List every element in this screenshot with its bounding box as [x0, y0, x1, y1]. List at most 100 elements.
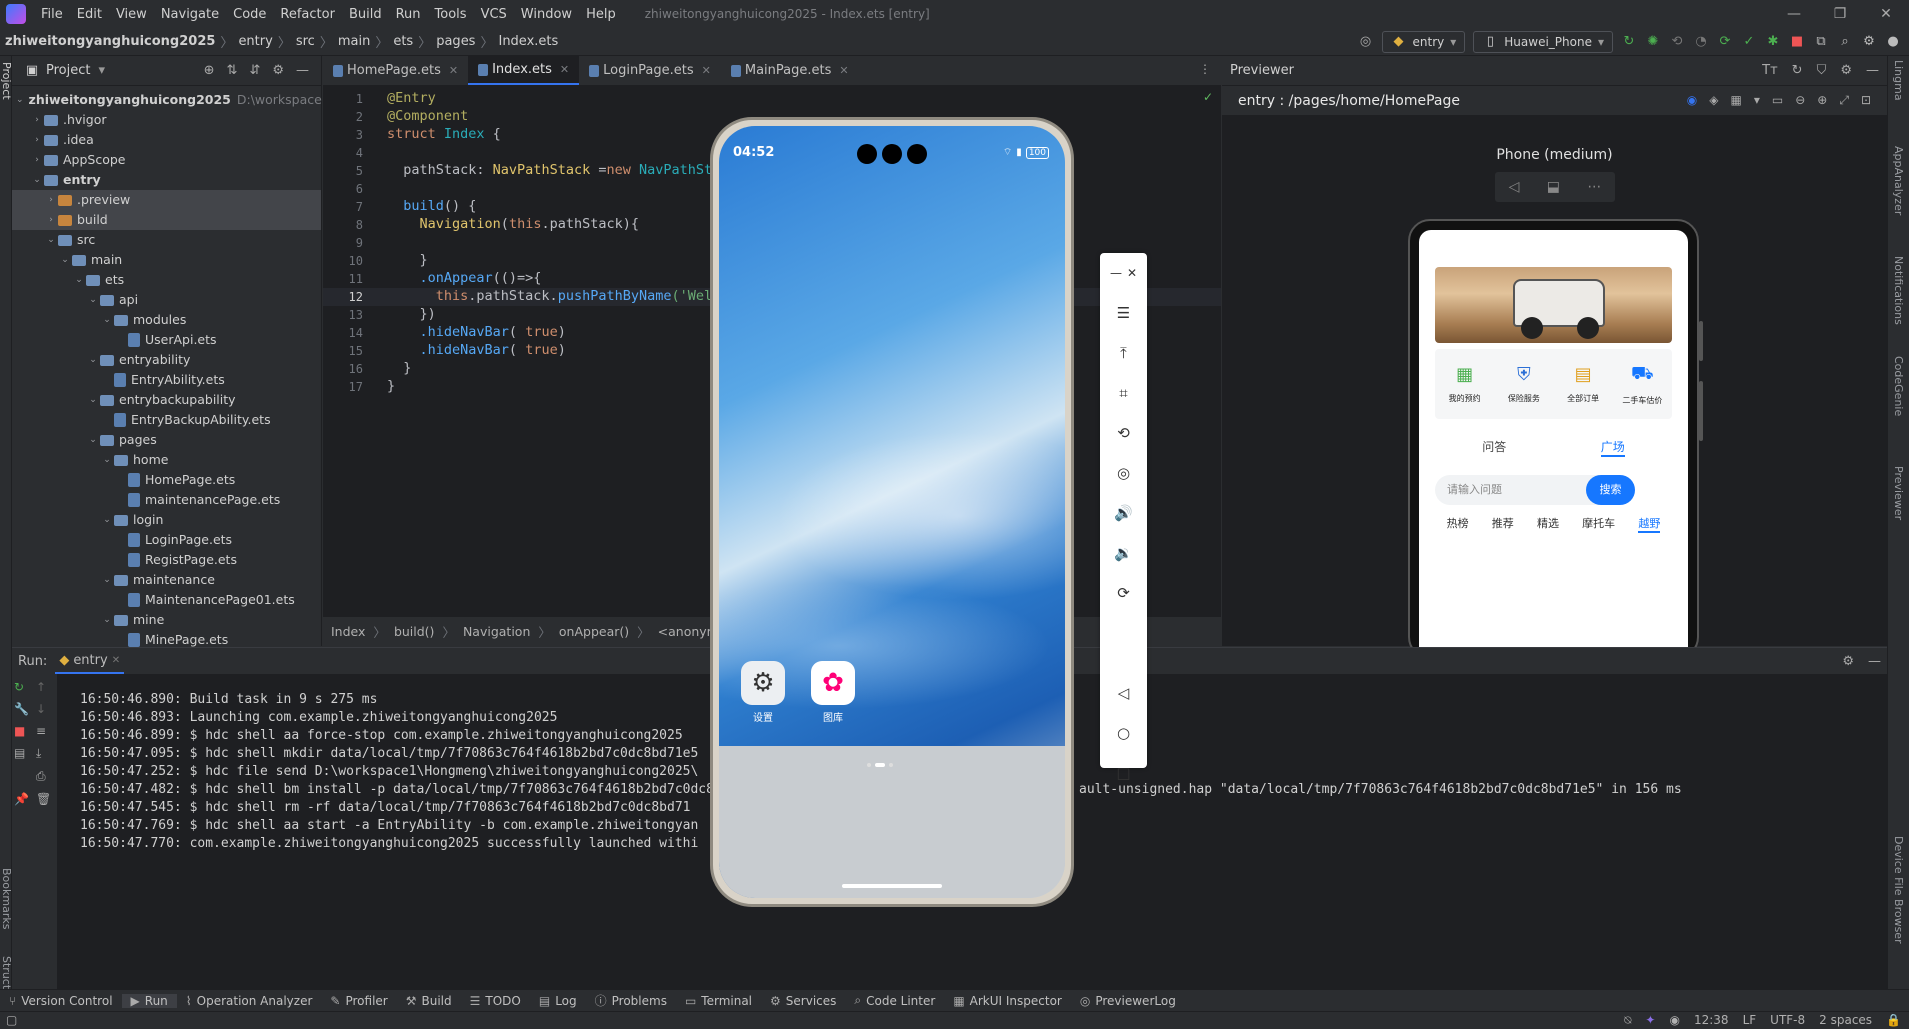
menu-vcs[interactable]: VCS: [474, 7, 514, 22]
banner-image[interactable]: [1435, 267, 1672, 343]
tree-item[interactable]: RegistPage.ets: [12, 550, 321, 570]
power-save-icon[interactable]: ⍉: [1624, 1013, 1631, 1028]
quick-service-item[interactable]: ▤ 全部订单: [1554, 349, 1613, 419]
tree-item[interactable]: ⌄ modules: [12, 310, 321, 330]
emulator-screen[interactable]: 04:52 ⌔ ▮ 100 ⚙ 设置 ✿ 图库: [719, 126, 1065, 898]
scroll-end-icon[interactable]: ⤓: [36, 746, 58, 761]
gear-icon[interactable]: ⚙: [1842, 654, 1854, 669]
tree-item[interactable]: ⌄ home: [12, 450, 321, 470]
close-tab-icon[interactable]: ✕: [702, 56, 711, 86]
category-tab[interactable]: 热榜: [1447, 515, 1469, 533]
screenshot-icon[interactable]: ◎: [1100, 453, 1147, 493]
back-triangle-icon[interactable]: ◁: [1509, 179, 1520, 195]
collapse-all-icon[interactable]: ⇵: [249, 63, 260, 78]
tree-item[interactable]: › .preview: [12, 190, 321, 210]
search-icon[interactable]: ⌕: [1837, 34, 1853, 50]
layout-icon[interactable]: ▤: [14, 746, 36, 761]
tree-item[interactable]: MaintenancePage01.ets: [12, 590, 321, 610]
chevron-down-icon[interactable]: ▾: [98, 63, 105, 78]
more-icon[interactable]: ⋮: [1199, 62, 1211, 76]
menu-navigate[interactable]: Navigate: [154, 7, 226, 22]
rotate-icon[interactable]: ⬓: [1547, 179, 1560, 195]
gear-icon[interactable]: ⚙: [1840, 63, 1852, 78]
close-tab-icon[interactable]: ✕: [560, 55, 569, 85]
bottom-tab[interactable]: ☰ TODO: [461, 994, 530, 1008]
right-strip-lingma[interactable]: Lingma: [1892, 60, 1905, 101]
filter-icon[interactable]: ⛉: [1817, 63, 1827, 78]
breadcrumb-item[interactable]: ets: [390, 34, 416, 49]
bottom-tab[interactable]: ⑂ Version Control: [0, 994, 122, 1008]
tree-item[interactable]: ⌄ entrybackupability: [12, 390, 321, 410]
breadcrumb-item[interactable]: main: [335, 34, 373, 49]
down-icon[interactable]: ↓: [36, 702, 58, 716]
tree-item[interactable]: › AppScope: [12, 150, 321, 170]
apply-code-icon[interactable]: ✓: [1741, 34, 1757, 50]
lock-icon[interactable]: 🔒: [1886, 1013, 1901, 1028]
rotate-device-icon[interactable]: ⟳: [1100, 573, 1147, 613]
indent-setting[interactable]: 2 spaces: [1819, 1013, 1872, 1028]
file-encoding[interactable]: UTF-8: [1770, 1013, 1805, 1028]
menu-tools[interactable]: Tools: [428, 7, 474, 22]
right-strip-appanalyzer[interactable]: AppAnalyzer: [1892, 146, 1905, 215]
hide-icon[interactable]: —: [1866, 63, 1879, 78]
bottom-tab[interactable]: ⚙ Services: [761, 994, 845, 1008]
crop-icon[interactable]: ⌗: [1100, 373, 1147, 413]
home-icon[interactable]: ○: [1100, 713, 1147, 753]
attach-icon[interactable]: ⟲: [1669, 34, 1685, 50]
editor-tab[interactable]: LoginPage.ets ✕: [579, 56, 721, 85]
menu-view[interactable]: View: [109, 7, 154, 22]
stop-icon[interactable]: ■: [1789, 34, 1805, 50]
bottom-tab[interactable]: ▦ ArkUI Inspector: [944, 994, 1071, 1008]
close-icon[interactable]: ✕: [1863, 0, 1909, 28]
frame-icon[interactable]: ▭: [1772, 93, 1783, 108]
menu-code[interactable]: Code: [226, 7, 273, 22]
bottom-tab[interactable]: ⓘ Problems: [586, 992, 676, 1009]
menu-edit[interactable]: Edit: [70, 7, 109, 22]
gear-icon[interactable]: ⚙: [272, 63, 284, 78]
category-tab[interactable]: 越野: [1638, 515, 1661, 533]
account-icon[interactable]: ●: [1885, 34, 1901, 50]
bottom-tab[interactable]: ✎ Profiler: [321, 994, 396, 1008]
tree-item[interactable]: ⌄ src: [12, 230, 321, 250]
recents-icon[interactable]: □: [1100, 753, 1147, 793]
locate-icon[interactable]: ⊕: [204, 63, 215, 78]
right-strip-notifications[interactable]: Notifications: [1892, 256, 1905, 325]
run-tab-entry[interactable]: ◆ entry ✕: [55, 648, 125, 674]
menu-help[interactable]: Help: [579, 7, 623, 22]
category-tab[interactable]: 精选: [1537, 515, 1559, 533]
menu-build[interactable]: Build: [342, 7, 389, 22]
print-icon[interactable]: ⎙: [36, 769, 58, 784]
bottom-tab[interactable]: ◎ PreviewerLog: [1071, 994, 1185, 1008]
profile-icon[interactable]: ◔: [1693, 34, 1709, 50]
pin-top-icon[interactable]: ⤒: [1100, 333, 1147, 373]
volume-down-icon[interactable]: 🔉: [1100, 533, 1147, 573]
editor-tab[interactable]: MainPage.ets ✕: [721, 56, 859, 85]
search-button[interactable]: 搜索: [1586, 475, 1635, 505]
rerun-icon[interactable]: ↻: [14, 680, 36, 694]
quick-service-item[interactable]: ⛨ 保险服务: [1494, 349, 1553, 419]
home-app[interactable]: ✿ 图库: [811, 661, 855, 724]
menu-icon[interactable]: ☰: [1100, 293, 1147, 333]
rotate-icon[interactable]: ⟲: [1100, 413, 1147, 453]
wrap-icon[interactable]: ≡: [36, 724, 58, 738]
tree-item[interactable]: ⌄ api: [12, 290, 321, 310]
close-icon[interactable]: ✕: [1127, 266, 1137, 280]
maximize-icon[interactable]: ❐: [1817, 0, 1863, 28]
tree-item[interactable]: EntryAbility.ets: [12, 370, 321, 390]
tree-item[interactable]: LoginPage.ets: [12, 530, 321, 550]
actual-size-icon[interactable]: ⊡: [1861, 93, 1871, 108]
up-icon[interactable]: ↑: [36, 680, 58, 694]
line-separator[interactable]: LF: [1743, 1013, 1757, 1028]
zoom-in-icon[interactable]: ⊕: [1817, 93, 1827, 108]
project-panel-title[interactable]: Project: [46, 63, 90, 78]
breadcrumb-item[interactable]: zhiweitongyanghuicong2025: [2, 34, 218, 49]
close-tab-icon[interactable]: ✕: [839, 56, 848, 86]
rerun-icon[interactable]: ↻: [1621, 34, 1637, 50]
close-tab-icon[interactable]: ✕: [112, 655, 120, 666]
tree-item[interactable]: HomePage.ets: [12, 470, 321, 490]
hide-icon[interactable]: —: [296, 63, 309, 78]
bottom-tab[interactable]: ⌇ Operation Analyzer: [177, 994, 322, 1008]
zoom-out-icon[interactable]: ⊖: [1795, 93, 1805, 108]
tree-item[interactable]: ⌄ mine: [12, 610, 321, 630]
more-dots-icon[interactable]: ⋯: [1587, 179, 1601, 195]
